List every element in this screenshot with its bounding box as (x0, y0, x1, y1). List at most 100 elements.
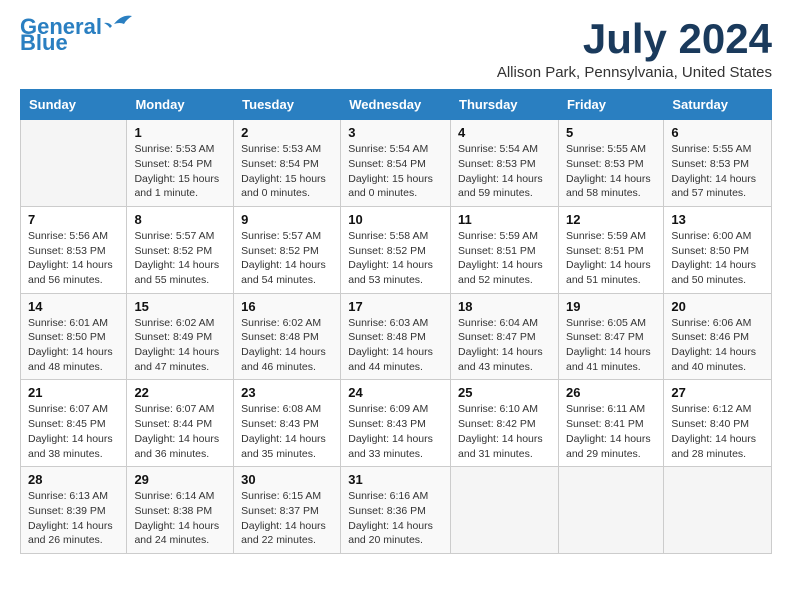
day-info: Sunrise: 6:15 AMSunset: 8:37 PMDaylight:… (241, 489, 333, 548)
calendar-cell: 18 Sunrise: 6:04 AMSunset: 8:47 PMDayligh… (451, 293, 559, 380)
week-row-3: 14 Sunrise: 6:01 AMSunset: 8:50 PMDayligh… (21, 293, 772, 380)
day-number: 17 (348, 299, 443, 314)
day-number: 29 (134, 472, 226, 487)
header-wednesday: Wednesday (341, 90, 451, 120)
calendar-cell: 13 Sunrise: 6:00 AMSunset: 8:50 PMDayligh… (664, 206, 772, 293)
month-title: July 2024 (497, 16, 772, 62)
day-info: Sunrise: 6:03 AMSunset: 8:48 PMDaylight:… (348, 316, 443, 375)
calendar-cell: 3Sunrise: 5:54 AMSunset: 8:54 PMDaylight… (341, 120, 451, 207)
logo-blue: Blue (20, 32, 68, 54)
calendar-cell: 15 Sunrise: 6:02 AMSunset: 8:49 PMDayligh… (127, 293, 234, 380)
day-number: 2 (241, 125, 333, 140)
day-number: 25 (458, 385, 551, 400)
logo: General Blue (20, 16, 134, 54)
day-info: Sunrise: 5:54 AMSunset: 8:54 PMDaylight:… (348, 142, 443, 201)
day-number: 4 (458, 125, 551, 140)
day-info: Sunrise: 6:13 AMSunset: 8:39 PMDaylight:… (28, 489, 119, 548)
day-number: 23 (241, 385, 333, 400)
day-number: 16 (241, 299, 333, 314)
calendar-cell: 25 Sunrise: 6:10 AMSunset: 8:42 PMDayligh… (451, 380, 559, 467)
calendar-body: 1 Sunrise: 5:53 AMSunset: 8:54 PMDaylight… (21, 120, 772, 554)
header-thursday: Thursday (451, 90, 559, 120)
day-number: 30 (241, 472, 333, 487)
week-row-1: 1 Sunrise: 5:53 AMSunset: 8:54 PMDaylight… (21, 120, 772, 207)
day-info: Sunrise: 5:59 AMSunset: 8:51 PMDaylight:… (566, 229, 656, 288)
day-info: Sunrise: 5:57 AMSunset: 8:52 PMDaylight:… (134, 229, 226, 288)
calendar-cell: 19 Sunrise: 6:05 AMSunset: 8:47 PMDayligh… (558, 293, 663, 380)
day-number: 24 (348, 385, 443, 400)
day-info: Sunrise: 5:55 AMSunset: 8:53 PMDaylight:… (671, 142, 764, 201)
header-sunday: Sunday (21, 90, 127, 120)
calendar-cell: 22 Sunrise: 6:07 AMSunset: 8:44 PMDayligh… (127, 380, 234, 467)
day-number: 27 (671, 385, 764, 400)
day-info: Sunrise: 6:02 AMSunset: 8:49 PMDaylight:… (134, 316, 226, 375)
calendar-cell: 12 Sunrise: 5:59 AMSunset: 8:51 PMDayligh… (558, 206, 663, 293)
logo-bird-icon (104, 12, 134, 34)
day-number: 19 (566, 299, 656, 314)
header-row: SundayMondayTuesdayWednesdayThursdayFrid… (21, 90, 772, 120)
day-number: 5 (566, 125, 656, 140)
calendar-cell: 24 Sunrise: 6:09 AMSunset: 8:43 PMDayligh… (341, 380, 451, 467)
day-info: Sunrise: 6:07 AMSunset: 8:45 PMDaylight:… (28, 402, 119, 461)
day-info: Sunrise: 5:54 AMSunset: 8:53 PMDaylight:… (458, 142, 551, 201)
calendar-cell: 1 Sunrise: 5:53 AMSunset: 8:54 PMDaylight… (127, 120, 234, 207)
calendar-cell: 20Sunrise: 6:06 AMSunset: 8:46 PMDayligh… (664, 293, 772, 380)
calendar-cell (451, 467, 559, 554)
day-info: Sunrise: 6:10 AMSunset: 8:42 PMDaylight:… (458, 402, 551, 461)
day-info: Sunrise: 6:12 AMSunset: 8:40 PMDaylight:… (671, 402, 764, 461)
calendar-cell: 29 Sunrise: 6:14 AMSunset: 8:38 PMDayligh… (127, 467, 234, 554)
title-block: July 2024 Allison Park, Pennsylvania, Un… (497, 16, 772, 81)
calendar-cell: 16 Sunrise: 6:02 AMSunset: 8:48 PMDayligh… (234, 293, 341, 380)
calendar-header: SundayMondayTuesdayWednesdayThursdayFrid… (21, 90, 772, 120)
calendar-cell: 5 Sunrise: 5:55 AMSunset: 8:53 PMDaylight… (558, 120, 663, 207)
day-number: 31 (348, 472, 443, 487)
day-info: Sunrise: 6:14 AMSunset: 8:38 PMDaylight:… (134, 489, 226, 548)
day-number: 9 (241, 212, 333, 227)
calendar-cell (21, 120, 127, 207)
calendar-cell: 9 Sunrise: 5:57 AMSunset: 8:52 PMDaylight… (234, 206, 341, 293)
day-info: Sunrise: 6:16 AMSunset: 8:36 PMDaylight:… (348, 489, 443, 548)
day-info: Sunrise: 6:01 AMSunset: 8:50 PMDaylight:… (28, 316, 119, 375)
day-info: Sunrise: 6:02 AMSunset: 8:48 PMDaylight:… (241, 316, 333, 375)
day-info: Sunrise: 6:09 AMSunset: 8:43 PMDaylight:… (348, 402, 443, 461)
day-info: Sunrise: 6:05 AMSunset: 8:47 PMDaylight:… (566, 316, 656, 375)
day-number: 15 (134, 299, 226, 314)
day-number: 1 (134, 125, 226, 140)
day-number: 14 (28, 299, 119, 314)
calendar-cell: 26 Sunrise: 6:11 AMSunset: 8:41 PMDayligh… (558, 380, 663, 467)
day-number: 12 (566, 212, 656, 227)
header-tuesday: Tuesday (234, 90, 341, 120)
calendar-cell: 6Sunrise: 5:55 AMSunset: 8:53 PMDaylight… (664, 120, 772, 207)
calendar-cell: 2Sunrise: 5:53 AMSunset: 8:54 PMDaylight… (234, 120, 341, 207)
day-info: Sunrise: 6:00 AMSunset: 8:50 PMDaylight:… (671, 229, 764, 288)
calendar-cell: 7Sunrise: 5:56 AMSunset: 8:53 PMDaylight… (21, 206, 127, 293)
day-number: 26 (566, 385, 656, 400)
day-info: Sunrise: 5:57 AMSunset: 8:52 PMDaylight:… (241, 229, 333, 288)
day-number: 7 (28, 212, 119, 227)
calendar-cell: 4 Sunrise: 5:54 AMSunset: 8:53 PMDaylight… (451, 120, 559, 207)
day-info: Sunrise: 6:11 AMSunset: 8:41 PMDaylight:… (566, 402, 656, 461)
calendar-cell: 11 Sunrise: 5:59 AMSunset: 8:51 PMDayligh… (451, 206, 559, 293)
week-row-5: 28Sunrise: 6:13 AMSunset: 8:39 PMDayligh… (21, 467, 772, 554)
header-saturday: Saturday (664, 90, 772, 120)
day-info: Sunrise: 5:59 AMSunset: 8:51 PMDaylight:… (458, 229, 551, 288)
day-info: Sunrise: 6:04 AMSunset: 8:47 PMDaylight:… (458, 316, 551, 375)
header-monday: Monday (127, 90, 234, 120)
day-info: Sunrise: 5:53 AMSunset: 8:54 PMDaylight:… (134, 142, 226, 201)
day-number: 22 (134, 385, 226, 400)
page-header: General Blue July 2024 Allison Park, Pen… (20, 16, 772, 81)
day-number: 11 (458, 212, 551, 227)
location: Allison Park, Pennsylvania, United State… (497, 64, 772, 81)
day-info: Sunrise: 5:58 AMSunset: 8:52 PMDaylight:… (348, 229, 443, 288)
calendar-cell: 10 Sunrise: 5:58 AMSunset: 8:52 PMDayligh… (341, 206, 451, 293)
day-info: Sunrise: 5:55 AMSunset: 8:53 PMDaylight:… (566, 142, 656, 201)
calendar-cell: 17 Sunrise: 6:03 AMSunset: 8:48 PMDayligh… (341, 293, 451, 380)
calendar-cell (558, 467, 663, 554)
calendar-cell: 8Sunrise: 5:57 AMSunset: 8:52 PMDaylight… (127, 206, 234, 293)
day-info: Sunrise: 6:07 AMSunset: 8:44 PMDaylight:… (134, 402, 226, 461)
calendar-cell: 28Sunrise: 6:13 AMSunset: 8:39 PMDayligh… (21, 467, 127, 554)
day-number: 18 (458, 299, 551, 314)
day-number: 10 (348, 212, 443, 227)
day-number: 13 (671, 212, 764, 227)
day-number: 20 (671, 299, 764, 314)
